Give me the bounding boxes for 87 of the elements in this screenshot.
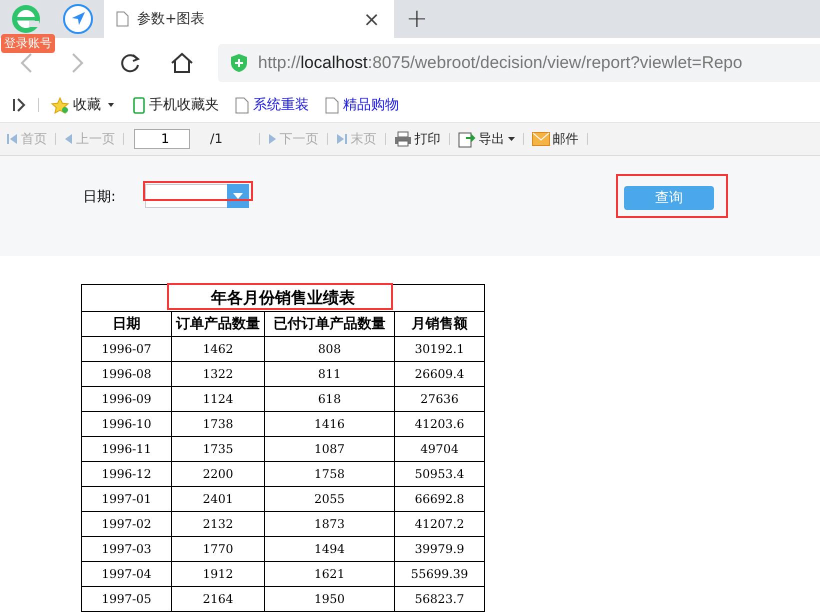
table-cell: 1997-04	[82, 562, 172, 586]
table-cell: 1996-12	[82, 462, 172, 486]
table-cell: 1997-05	[82, 586, 172, 612]
bookmark-link[interactable]: 收藏	[73, 96, 101, 114]
table-cell: 2055	[264, 486, 394, 512]
table-cell: 1873	[264, 512, 394, 536]
caret-icon	[508, 137, 515, 141]
table-cell: 1950	[264, 586, 394, 612]
table-cell: 1494	[264, 536, 394, 562]
document-icon	[325, 96, 339, 114]
tab-title: 参数+图表	[137, 10, 206, 28]
table-cell: 1416	[264, 412, 394, 436]
table-cell: 26609.4	[394, 362, 484, 386]
browser-tab[interactable]: 参数+图表 ×	[104, 0, 394, 38]
table-cell: 1322	[172, 362, 264, 386]
table-cell: 618	[264, 386, 394, 412]
table-cell: 50953.4	[394, 462, 484, 486]
table-cell: 30192.1	[394, 336, 484, 362]
table-cell: 39979.9	[394, 536, 484, 562]
export-icon	[458, 130, 476, 148]
toolbar-button[interactable]: 导出	[456, 130, 517, 148]
new-tab-button[interactable]: +	[394, 0, 440, 38]
table-cell: 1621	[264, 562, 394, 586]
table-cell: 1124	[172, 386, 264, 412]
date-label: 日期:	[83, 188, 117, 206]
column-header: 月销售额	[394, 312, 484, 336]
table-cell: 66692.8	[394, 486, 484, 512]
table-cell: 41207.2	[394, 512, 484, 536]
table-cell: 27636	[394, 386, 484, 412]
caret-icon[interactable]	[105, 102, 117, 108]
navigation-icon[interactable]	[62, 3, 94, 35]
next-icon	[268, 133, 277, 145]
column-header: 已付订单产品数量	[264, 312, 394, 336]
document-icon	[235, 96, 249, 114]
page-number-field[interactable]: 1	[134, 129, 190, 149]
sidebar-toggle-icon[interactable]	[12, 98, 26, 112]
table-cell: 1997-01	[82, 486, 172, 512]
table-cell: 1087	[264, 436, 394, 462]
table-cell: 1738	[172, 412, 264, 436]
table-cell: 41203.6	[394, 412, 484, 436]
table-cell: 2200	[172, 462, 264, 486]
column-header: 日期	[82, 312, 172, 336]
table-cell: 2164	[172, 586, 264, 612]
first-page-icon	[6, 133, 18, 145]
shield-icon	[230, 53, 248, 73]
table-cell: 2401	[172, 486, 264, 512]
table-cell: 1996-11	[82, 436, 172, 462]
table-cell: 55699.39	[394, 562, 484, 586]
report-title: 年各月份销售业绩表	[201, 288, 365, 308]
table-cell: 1735	[172, 436, 264, 462]
page-total: /1	[210, 132, 223, 146]
close-tab-button[interactable]: ×	[361, 7, 382, 31]
toolbar-button[interactable]: 邮件	[530, 130, 581, 148]
table-cell: 1996-09	[82, 386, 172, 412]
table-cell: 1996-08	[82, 362, 172, 386]
back-icon[interactable]	[19, 52, 33, 74]
table-cell: 1770	[172, 536, 264, 562]
home-icon[interactable]	[170, 52, 194, 74]
previous-icon	[64, 133, 73, 145]
table-cell: 1997-03	[82, 536, 172, 562]
table-cell: 1997-02	[82, 512, 172, 536]
address-bar[interactable]: http://localhost:8075/webroot/decision/view/report?viewlet=Repo	[218, 44, 820, 82]
toolbar-button[interactable]: 打印	[392, 130, 443, 148]
caret-icon	[233, 193, 243, 199]
printer-icon	[394, 131, 412, 147]
reload-icon[interactable]	[119, 52, 141, 74]
envelope-icon	[532, 132, 550, 146]
document-icon	[116, 11, 129, 27]
bookmark-link[interactable]: 手机收藏夹	[149, 96, 219, 114]
table-cell: 56823.7	[394, 586, 484, 612]
table-cell: 1996-07	[82, 336, 172, 362]
column-header: 订单产品数量	[172, 312, 264, 336]
star-icon	[51, 96, 69, 114]
last-page-icon	[336, 133, 348, 145]
bookmark-link[interactable]: 精品购物	[343, 96, 399, 114]
table-cell: 808	[264, 336, 394, 362]
bookmark-link[interactable]: 系统重装	[253, 96, 309, 114]
table-cell: 1758	[264, 462, 394, 486]
table-cell: 49704	[394, 436, 484, 462]
browser-logo-icon[interactable]	[9, 2, 43, 36]
table-cell: 1996-10	[82, 412, 172, 436]
table-cell: 1912	[172, 562, 264, 586]
url-text: http://localhost:8075/webroot/decision/view/report?viewlet=Repo	[258, 53, 742, 73]
phone-icon	[133, 96, 145, 114]
table-cell: 2132	[172, 512, 264, 536]
table-cell: 811	[264, 362, 394, 386]
table-cell: 1462	[172, 336, 264, 362]
